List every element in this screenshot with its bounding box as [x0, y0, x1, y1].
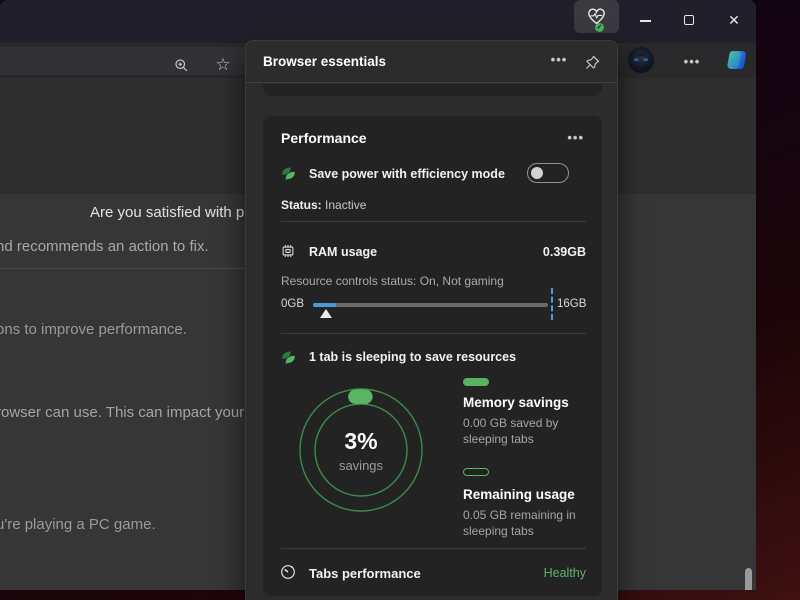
remaining-usage-title: Remaining usage: [463, 487, 575, 502]
panel-title: Browser essentials: [263, 54, 386, 69]
page-divider: [0, 268, 246, 269]
favorites-star-icon[interactable]: ☆: [212, 54, 234, 76]
panel-more-button[interactable]: •••: [546, 52, 572, 72]
efficiency-mode-toggle[interactable]: [527, 163, 569, 183]
scrolled-card-partial: [263, 84, 602, 96]
gauge-icon: [279, 563, 297, 581]
panel-header: Browser essentials •••: [246, 41, 617, 83]
page-scrollbar-thumb[interactable]: [745, 568, 752, 590]
status-label: Status:: [281, 198, 322, 212]
performance-more-button[interactable]: •••: [556, 130, 584, 145]
page-text-recommends: nd recommends an action to fix.: [0, 238, 209, 255]
zoom-magnifier-icon[interactable]: [170, 54, 192, 76]
address-bar[interactable]: ☆: [0, 47, 254, 75]
pin-button[interactable]: [580, 50, 604, 74]
page-text-improve: ons to improve performance.: [0, 321, 187, 338]
more-horizontal-icon: •••: [567, 130, 584, 145]
ram-usage-value: 0.39GB: [496, 245, 586, 259]
ram-usage-label: RAM usage: [309, 245, 377, 259]
heart-pulse-icon: ✓: [585, 5, 608, 28]
minimize-button[interactable]: [638, 14, 652, 28]
page-text-satisfaction: Are you satisfied with p: [90, 204, 244, 221]
remaining-usage-desc: 0.05 GB remaining in sleeping tabs: [463, 507, 595, 539]
memory-savings-legend-icon: [463, 378, 489, 386]
ram-chip-icon: [279, 242, 297, 260]
browser-essentials-button[interactable]: ✓: [574, 0, 619, 33]
card-divider: [281, 333, 586, 334]
efficiency-leaf-icon: [279, 164, 297, 182]
more-horizontal-icon: •••: [684, 54, 701, 69]
browser-titlebar: ✓ ✕: [0, 0, 756, 43]
ram-slider-track[interactable]: [313, 303, 548, 307]
copilot-icon[interactable]: [724, 47, 750, 73]
settings-more-button[interactable]: •••: [681, 50, 703, 72]
more-horizontal-icon: •••: [551, 52, 568, 67]
performance-card: Performance ••• Save power with efficien…: [263, 116, 602, 596]
card-divider: [281, 221, 586, 222]
close-button[interactable]: ✕: [727, 13, 741, 27]
ram-slider-marker[interactable]: [320, 309, 332, 318]
performance-section-title: Performance: [281, 130, 367, 146]
close-icon: ✕: [728, 13, 740, 27]
tabs-performance-status: Healthy: [506, 566, 586, 580]
card-divider: [281, 548, 586, 549]
sleeping-leaf-icon: [279, 348, 297, 366]
tabs-performance-label: Tabs performance: [309, 566, 421, 581]
remaining-usage-legend-icon: [463, 468, 489, 476]
toggle-knob: [531, 167, 543, 179]
pin-icon: [583, 53, 602, 72]
status-value: Inactive: [322, 198, 367, 212]
memory-savings-title: Memory savings: [463, 395, 569, 410]
maximize-icon: [684, 15, 694, 25]
efficiency-mode-label: Save power with efficiency mode: [309, 167, 505, 181]
ram-slider-fill: [313, 303, 336, 307]
donut-percent-value: 3%: [291, 428, 431, 455]
maximize-button[interactable]: [682, 13, 696, 27]
green-check-badge-icon: ✓: [595, 23, 604, 32]
resource-controls-status: Resource controls status: On, Not gaming: [281, 274, 504, 288]
donut-savings-label: savings: [291, 458, 431, 473]
slider-min-label: 0GB: [281, 298, 304, 310]
minimize-icon: [640, 20, 651, 22]
page-text-impact: rowser can use. This can impact your bro: [0, 404, 270, 421]
ram-capacity-dashed-line: [551, 288, 553, 320]
browser-essentials-panel: Browser essentials ••• Performance ••• S…: [245, 40, 618, 600]
sleeping-tabs-headline: 1 tab is sleeping to save resources: [309, 350, 516, 364]
page-text-pcgame: u're playing a PC game.: [0, 516, 156, 533]
efficiency-status: Status: Inactive: [281, 198, 366, 212]
memory-savings-desc: 0.00 GB saved by sleeping tabs: [463, 415, 595, 447]
slider-max-label: 16GB: [557, 298, 586, 310]
profile-avatar[interactable]: [628, 47, 654, 73]
